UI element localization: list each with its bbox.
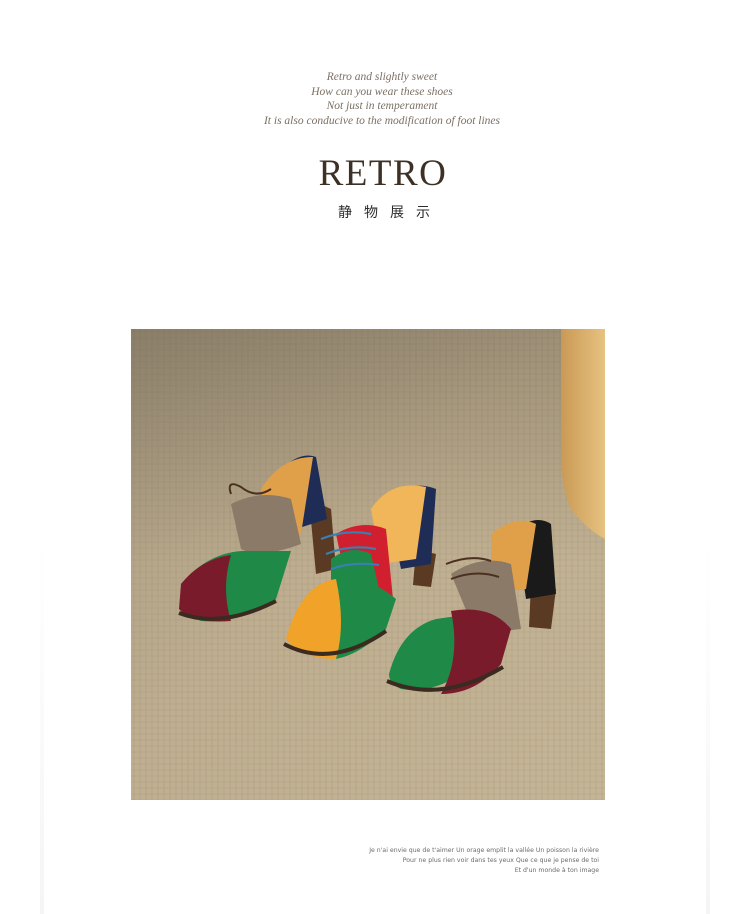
product-photo [131,329,605,800]
caption-line: Et d'un monde à ton image [514,867,599,874]
intro-line: It is also conducive to the modification… [263,114,501,127]
intro-line: How can you wear these shoes [311,85,453,98]
intro-line: Not just in temperament [326,100,438,112]
edge-fade-left [40,540,44,914]
page-title: RETRO [318,153,448,194]
caption: Je n'ai envie que de t'aimer Un orage em… [369,846,599,876]
page-subtitle: 静物展示 [338,205,442,221]
edge-fade-right [706,540,710,914]
caption-line: Pour ne plus rien voir dans tes yeux Que… [402,857,599,864]
intro-text: Retro and slightly sweet How can you wea… [0,70,750,128]
intro-line: Retro and slightly sweet [326,71,438,83]
caption-line: Je n'ai envie que de t'aimer Un orage em… [369,847,599,854]
